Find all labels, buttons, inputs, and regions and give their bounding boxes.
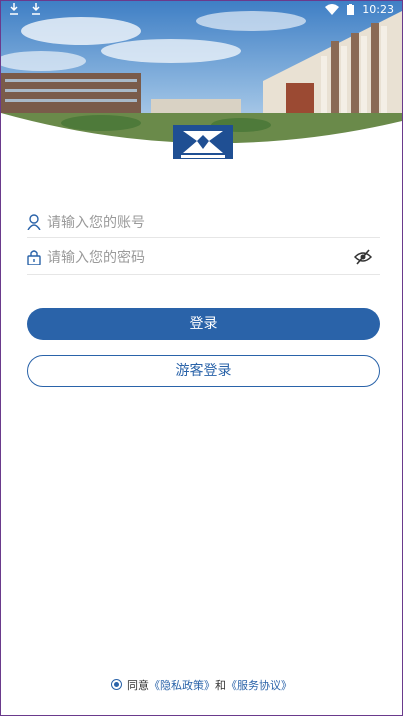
status-time: 10:23 xyxy=(362,3,394,16)
download-icon xyxy=(10,3,18,15)
download-icon xyxy=(31,3,40,15)
hide-password-icon[interactable] xyxy=(354,249,372,265)
battery-icon xyxy=(347,4,355,15)
wifi-icon xyxy=(325,4,340,15)
password-field xyxy=(27,242,380,275)
privacy-policy-link[interactable]: 《隐私政策》 xyxy=(149,679,215,692)
guest-login-button[interactable]: 游客登录 xyxy=(27,355,380,387)
status-bar: 10:23 xyxy=(1,1,402,21)
school-logo xyxy=(173,125,233,159)
account-field xyxy=(27,207,380,238)
agree-radio[interactable] xyxy=(111,679,122,690)
agree-prefix: 同意 xyxy=(127,679,149,692)
account-input[interactable] xyxy=(45,210,359,236)
login-screen: 10:23 登录 游客登录 同意《隐私政策》和《服务协议》 xyxy=(0,0,403,716)
user-icon xyxy=(27,214,41,230)
agree-conjunction: 和 xyxy=(215,679,226,692)
service-agreement-link[interactable]: 《服务协议》 xyxy=(226,679,292,692)
login-button[interactable]: 登录 xyxy=(27,308,380,340)
lock-icon xyxy=(27,250,41,265)
agreement-row: 同意《隐私政策》和《服务协议》 xyxy=(1,677,402,693)
password-input[interactable] xyxy=(45,245,359,271)
